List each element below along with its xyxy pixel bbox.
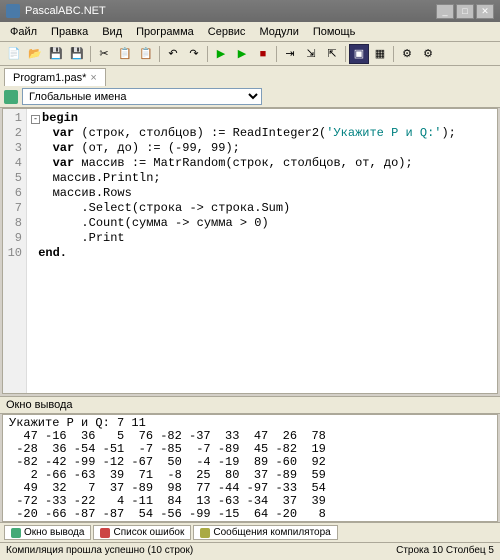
code-area[interactable]: -begin var (строк, столбцов) := ReadInte… [27, 109, 497, 393]
options2-icon[interactable]: ⚙ [418, 44, 438, 64]
line-number: 7 [3, 201, 26, 216]
fold-icon[interactable]: - [31, 115, 40, 124]
run2-icon[interactable]: ▶ [232, 44, 252, 64]
code-keyword: var [53, 126, 75, 140]
open-file-icon[interactable]: 📂 [25, 44, 45, 64]
line-number: 3 [3, 141, 26, 156]
code-string: 'Укажите P и Q:' [326, 126, 441, 140]
code-text: (строк, столбцов) := ReadInteger2( [74, 126, 326, 140]
line-number: 1 [3, 111, 26, 126]
errors-tab-icon [100, 528, 110, 538]
line-number: 5 [3, 171, 26, 186]
tab-compiler[interactable]: Сообщения компилятора [193, 525, 337, 540]
cut-icon[interactable]: ✂ [94, 44, 114, 64]
toolbar-separator [159, 46, 160, 62]
options-icon[interactable]: ⚙ [397, 44, 417, 64]
statusbar: Компиляция прошла успешно (10 строк) Стр… [0, 542, 500, 560]
scope-select[interactable]: Глобальные имена [22, 88, 262, 105]
window-title: PascalABC.NET [25, 5, 106, 17]
terminal-icon[interactable]: ▣ [349, 44, 369, 64]
tab-label: Сообщения компилятора [213, 527, 330, 538]
save-icon[interactable]: 💾 [46, 44, 66, 64]
line-number: 2 [3, 126, 26, 141]
form-icon[interactable]: ▦ [370, 44, 390, 64]
save-all-icon[interactable]: 💾 [67, 44, 87, 64]
scope-icon [4, 90, 18, 104]
menu-view[interactable]: Вид [96, 24, 128, 39]
toolbar-separator [276, 46, 277, 62]
tab-label: Список ошибок [113, 527, 184, 538]
menu-file[interactable]: Файл [4, 24, 43, 39]
tab-output[interactable]: Окно вывода [4, 525, 91, 540]
window-controls: _ □ ✕ [436, 4, 494, 19]
titlebar: PascalABC.NET _ □ ✕ [0, 0, 500, 22]
code-keyword: var [53, 141, 75, 155]
output-tab-icon [11, 528, 21, 538]
new-file-icon[interactable]: 📄 [4, 44, 24, 64]
tab-label: Program1.pas* [13, 72, 86, 84]
code-keyword: begin [42, 111, 78, 125]
tab-close-icon[interactable]: × [90, 72, 96, 84]
code-text: .Select(строка -> строка.Sum) [81, 201, 290, 215]
menubar: Файл Правка Вид Программа Сервис Модули … [0, 22, 500, 42]
maximize-button[interactable]: □ [456, 4, 474, 19]
editor: 1 2 3 4 5 6 7 8 9 10 -begin var (строк, … [2, 108, 498, 394]
tab-strip: Program1.pas* × [0, 66, 500, 86]
menu-service[interactable]: Сервис [202, 24, 252, 39]
tab-program1[interactable]: Program1.pas* × [4, 68, 106, 86]
toolbar-separator [207, 46, 208, 62]
code-text: массив.Rows [53, 186, 132, 200]
output-panel[interactable]: Укажите P и Q: 7 11 47 -16 36 5 76 -82 -… [2, 414, 498, 522]
status-left: Компиляция прошла успешно (10 строк) [6, 545, 193, 558]
compiler-tab-icon [200, 528, 210, 538]
menu-modules[interactable]: Модули [253, 24, 304, 39]
code-keyword: var [53, 156, 75, 170]
menu-edit[interactable]: Правка [45, 24, 94, 39]
copy-icon[interactable]: 📋 [115, 44, 135, 64]
code-text: ); [441, 126, 455, 140]
app-icon [6, 4, 20, 18]
scope-bar: Глобальные имена [0, 86, 500, 108]
line-number: 4 [3, 156, 26, 171]
toolbar: 📄 📂 💾 💾 ✂ 📋 📋 ↶ ↷ ▶ ▶ ■ ⇥ ⇲ ⇱ ▣ ▦ ⚙ ⚙ [0, 42, 500, 66]
bottom-tabs: Окно вывода Список ошибок Сообщения комп… [0, 522, 500, 542]
line-number: 8 [3, 216, 26, 231]
undo-icon[interactable]: ↶ [163, 44, 183, 64]
toolbar-separator [393, 46, 394, 62]
code-text: .Count(сумма -> сумма > 0) [81, 216, 268, 230]
code-text: .Print [81, 231, 124, 245]
run-icon[interactable]: ▶ [211, 44, 231, 64]
line-number: 9 [3, 231, 26, 246]
code-text: массив.Println; [53, 171, 161, 185]
menu-program[interactable]: Программа [130, 24, 200, 39]
close-button[interactable]: ✕ [476, 4, 494, 19]
toolbar-separator [90, 46, 91, 62]
line-number: 10 [3, 246, 26, 261]
step-out-icon[interactable]: ⇱ [322, 44, 342, 64]
code-keyword: end. [38, 246, 67, 260]
step-icon[interactable]: ⇥ [280, 44, 300, 64]
paste-icon[interactable]: 📋 [136, 44, 156, 64]
code-text: (от, до) := (-99, 99); [74, 141, 240, 155]
stop-icon[interactable]: ■ [253, 44, 273, 64]
gutter: 1 2 3 4 5 6 7 8 9 10 [3, 109, 27, 393]
toolbar-separator [345, 46, 346, 62]
minimize-button[interactable]: _ [436, 4, 454, 19]
step-into-icon[interactable]: ⇲ [301, 44, 321, 64]
line-number: 6 [3, 186, 26, 201]
tab-errors[interactable]: Список ошибок [93, 525, 191, 540]
redo-icon[interactable]: ↷ [184, 44, 204, 64]
menu-help[interactable]: Помощь [307, 24, 362, 39]
status-right: Строка 10 Столбец 5 [396, 545, 494, 558]
code-text: массив := MatrRandom(строк, столбцов, от… [74, 156, 412, 170]
output-header: Окно вывода [0, 396, 500, 414]
tab-label: Окно вывода [24, 527, 84, 538]
